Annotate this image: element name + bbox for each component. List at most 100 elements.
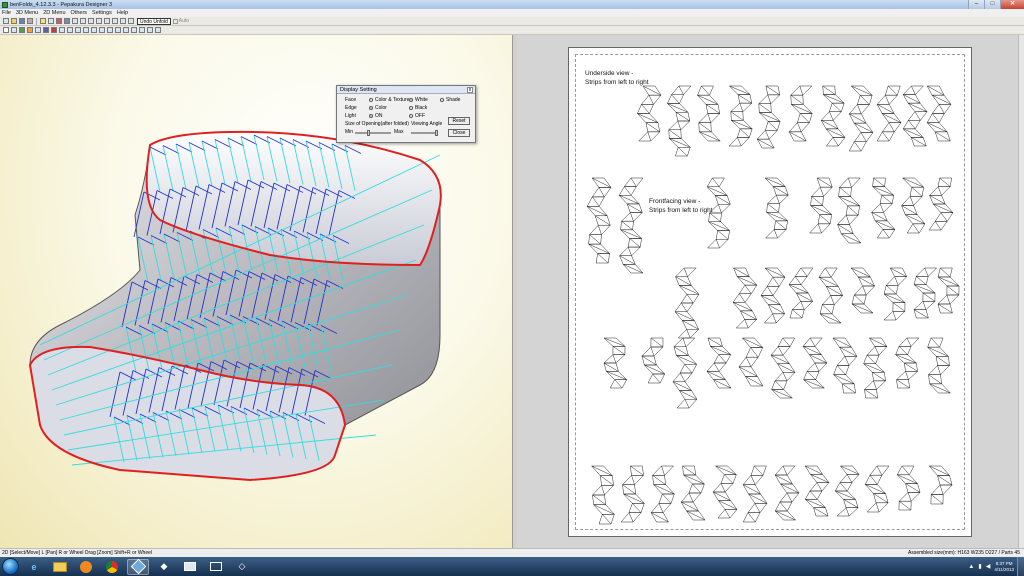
- unfolded-strip[interactable]: [672, 337, 698, 409]
- unfolded-strip[interactable]: [927, 337, 951, 394]
- move-icon[interactable]: [26, 27, 33, 34]
- unfolded-strip[interactable]: [712, 465, 738, 519]
- unfolded-strip[interactable]: [680, 465, 706, 521]
- unfolded-strip[interactable]: [900, 177, 926, 234]
- unfolded-strip[interactable]: [902, 85, 928, 147]
- unfolded-strip[interactable]: [641, 337, 666, 384]
- flip-icon[interactable]: [114, 27, 121, 34]
- menu-2d[interactable]: 2D Menu: [43, 10, 65, 16]
- arrange-icon[interactable]: [130, 27, 137, 34]
- unfolded-strip[interactable]: [926, 85, 952, 142]
- dialog-close-button[interactable]: Close: [448, 129, 470, 137]
- opening-size-slider-thumb[interactable]: [367, 130, 370, 136]
- zoom-in-icon[interactable]: [146, 27, 153, 34]
- menu-settings[interactable]: Settings: [92, 10, 112, 16]
- frame-icon[interactable]: [58, 27, 65, 34]
- folder-icon[interactable]: [49, 559, 71, 575]
- unfolded-strip[interactable]: [586, 177, 612, 264]
- unfolded-strip[interactable]: [894, 337, 920, 389]
- align-icon[interactable]: [106, 27, 113, 34]
- view-icon[interactable]: [127, 18, 134, 25]
- unfolded-strip[interactable]: [804, 465, 830, 517]
- undo-unfold-button[interactable]: Undo Unfold: [137, 17, 171, 25]
- clock[interactable]: 8:37 PM 4/11/2013: [994, 561, 1014, 573]
- unfolded-strip[interactable]: [928, 177, 954, 231]
- unfolded-strip[interactable]: [603, 337, 628, 389]
- media-player-icon[interactable]: [75, 559, 97, 575]
- edge-icon[interactable]: [71, 18, 78, 25]
- save-icon[interactable]: [18, 18, 25, 25]
- pencil-icon[interactable]: [63, 18, 70, 25]
- unfolded-strip[interactable]: [738, 337, 764, 387]
- texture-icon[interactable]: [55, 18, 62, 25]
- volume-icon[interactable]: ◀: [986, 563, 991, 570]
- unfolded-strip[interactable]: [618, 177, 644, 274]
- unfolded-strip[interactable]: [876, 85, 902, 142]
- fold-icon[interactable]: [34, 27, 41, 34]
- unfolded-strip[interactable]: [636, 85, 662, 142]
- photos-icon[interactable]: [179, 559, 201, 575]
- unfolded-strip[interactable]: [808, 177, 833, 234]
- line-icon[interactable]: [42, 27, 49, 34]
- vertical-scrollbar[interactable]: [1018, 35, 1024, 548]
- opening-size-slider[interactable]: [355, 132, 391, 134]
- unfolded-strip[interactable]: [883, 267, 908, 321]
- tray-arrow-icon[interactable]: ▲: [968, 564, 974, 570]
- unfolded-strip[interactable]: [832, 337, 858, 394]
- face-white-radio[interactable]: White: [409, 97, 428, 103]
- unfolded-strip[interactable]: [742, 465, 768, 523]
- page-icon[interactable]: [138, 27, 145, 34]
- unfolded-strip[interactable]: [864, 465, 890, 513]
- unfolded-strip[interactable]: [706, 337, 732, 389]
- unfolded-strip[interactable]: [836, 177, 862, 244]
- unfolded-strip[interactable]: [850, 267, 876, 314]
- chrome-icon[interactable]: [101, 559, 123, 575]
- paint-icon[interactable]: [18, 27, 25, 34]
- pepakura-icon[interactable]: [127, 558, 149, 575]
- unfolded-strip[interactable]: [788, 85, 813, 142]
- rotate-icon[interactable]: [47, 18, 54, 25]
- unfolded-strip[interactable]: [848, 85, 874, 152]
- unfolded-strip[interactable]: [928, 465, 953, 505]
- network-icon[interactable]: ▮: [978, 563, 981, 570]
- unfolded-strip[interactable]: [674, 267, 700, 339]
- unfolded-strip[interactable]: [820, 85, 846, 147]
- unity-app-icon[interactable]: ◇: [231, 559, 253, 575]
- number-icon[interactable]: [82, 27, 89, 34]
- unfolded-strip[interactable]: [937, 267, 960, 314]
- pointer-icon[interactable]: [2, 27, 9, 34]
- unfolded-strip[interactable]: [870, 177, 896, 239]
- open-file-icon[interactable]: [10, 18, 17, 25]
- face-color-texture-radio[interactable]: Color & Texture: [369, 97, 409, 103]
- maximize-button[interactable]: □: [984, 0, 1000, 9]
- unfolded-strip[interactable]: [732, 267, 758, 329]
- unfolded-strip[interactable]: [696, 85, 721, 142]
- window-app-icon[interactable]: [205, 559, 227, 575]
- unfolded-strip[interactable]: [788, 267, 814, 319]
- close-button[interactable]: ✕: [1000, 0, 1024, 9]
- unfolded-strip[interactable]: [666, 85, 692, 157]
- mirror-icon[interactable]: [122, 27, 129, 34]
- zoom-out-icon[interactable]: [154, 27, 161, 34]
- unfolded-strip[interactable]: [620, 465, 645, 523]
- edge-color-radio[interactable]: Color: [369, 105, 387, 111]
- unfolded-strip[interactable]: [863, 337, 888, 399]
- color-icon[interactable]: [50, 27, 57, 34]
- split-icon[interactable]: [95, 18, 102, 25]
- image-icon[interactable]: [74, 27, 81, 34]
- unfolded-strip[interactable]: [756, 85, 781, 149]
- reset-button[interactable]: Reset: [448, 117, 470, 125]
- flap-icon[interactable]: [103, 18, 110, 25]
- new-file-icon[interactable]: [2, 18, 9, 25]
- light-off-radio[interactable]: OFF: [409, 113, 425, 119]
- face-shade-radio[interactable]: Shade: [440, 97, 460, 103]
- auto-checkbox[interactable]: Auto: [172, 18, 189, 24]
- menu-3d[interactable]: 3D Menu: [16, 10, 38, 16]
- viewing-angle-slider[interactable]: [411, 132, 437, 134]
- grid-icon[interactable]: [90, 27, 97, 34]
- unity-icon[interactable]: ◆: [153, 559, 175, 575]
- unfolded-strip[interactable]: [834, 465, 860, 517]
- unfolded-strip[interactable]: [764, 177, 789, 239]
- unfolded-strip[interactable]: [650, 465, 675, 523]
- menu-others[interactable]: Others: [71, 10, 88, 16]
